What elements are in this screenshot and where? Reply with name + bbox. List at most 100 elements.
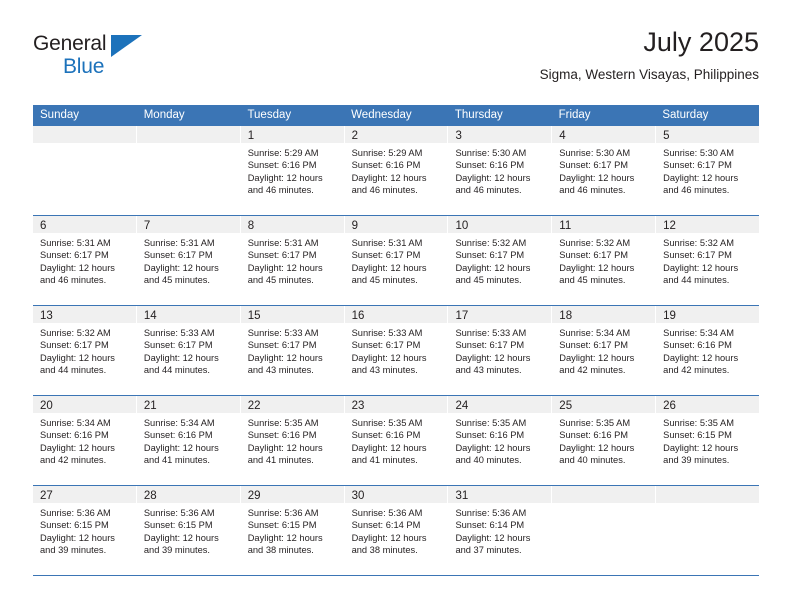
day-cell-3[interactable]: 3 Sunrise: 5:30 AM Sunset: 6:16 PM Daylight… bbox=[448, 126, 553, 215]
day-number: 5 bbox=[663, 130, 670, 142]
day-cell-20[interactable]: 20 Sunrise: 5:34 AM Sunset: 6:16 PM Dayligh… bbox=[33, 396, 137, 485]
day-cell-25[interactable]: 25 Sunrise: 5:35 AM Sunset: 6:16 PM Dayligh… bbox=[552, 396, 657, 485]
sunrise-text: Sunrise: 5:31 AM bbox=[143, 238, 215, 248]
day-cell-22[interactable]: 22 Sunrise: 5:35 AM Sunset: 6:16 PM Dayligh… bbox=[240, 396, 345, 485]
brand-name-general: General bbox=[33, 32, 107, 55]
day-number-band: 27 bbox=[33, 486, 136, 503]
day-cell-18[interactable]: 18 Sunrise: 5:34 AM Sunset: 6:17 PM Dayligh… bbox=[552, 306, 657, 395]
brand-logo[interactable]: General Blue bbox=[33, 32, 163, 88]
day-number: 16 bbox=[351, 310, 365, 322]
sunset-text: Sunset: 6:16 PM bbox=[455, 430, 525, 441]
day-number: 20 bbox=[40, 400, 53, 412]
day-cell-1[interactable]: 1 Sunrise: 5:29 AM Sunset: 6:16 PM Daylight… bbox=[240, 126, 345, 215]
day-cell-5[interactable]: 5 Sunrise: 5:30 AM Sunset: 6:17 PM Daylight… bbox=[656, 126, 760, 215]
daylight-text-line2: and 44 minutes. bbox=[663, 275, 730, 286]
day-info: Sunrise: 5:36 AM Sunset: 6:15 PM Daylight:… bbox=[137, 503, 240, 557]
day-cell-16[interactable]: 16 Sunrise: 5:33 AM Sunset: 6:17 PM Dayligh… bbox=[344, 306, 449, 395]
daylight-text-line2: and 45 minutes. bbox=[351, 275, 418, 286]
day-cell-13[interactable]: 13 Sunrise: 5:32 AM Sunset: 6:17 PM Dayligh… bbox=[33, 306, 137, 395]
day-cell-26[interactable]: 26 Sunrise: 5:35 AM Sunset: 6:15 PM Dayligh… bbox=[656, 396, 760, 485]
sunset-text: Sunset: 6:17 PM bbox=[143, 340, 213, 351]
day-number-band: 24 bbox=[448, 396, 552, 413]
sunset-text: Sunset: 6:16 PM bbox=[559, 430, 629, 441]
day-cell-4[interactable]: 4 Sunrise: 5:30 AM Sunset: 6:17 PM Daylight… bbox=[552, 126, 657, 215]
day-cell-24[interactable]: 24 Sunrise: 5:35 AM Sunset: 6:16 PM Dayligh… bbox=[448, 396, 553, 485]
daylight-text-line2: and 42 minutes. bbox=[40, 455, 107, 466]
weekday-header-tuesday: Tuesday bbox=[247, 109, 292, 121]
day-cell-6[interactable]: 6 Sunrise: 5:31 AM Sunset: 6:17 PM Daylight… bbox=[33, 216, 137, 305]
day-number-band: 4 bbox=[552, 126, 656, 143]
day-cell-11[interactable]: 11 Sunrise: 5:32 AM Sunset: 6:17 PM Dayligh… bbox=[552, 216, 657, 305]
daylight-text-line1: Daylight: 12 hours bbox=[40, 262, 115, 273]
day-cell-30[interactable]: 30 Sunrise: 5:36 AM Sunset: 6:14 PM Dayligh… bbox=[344, 486, 449, 575]
day-number: 18 bbox=[559, 310, 573, 322]
day-number: 11 bbox=[559, 220, 572, 232]
day-cell-31[interactable]: 31 Sunrise: 5:36 AM Sunset: 6:14 PM Dayligh… bbox=[448, 486, 553, 575]
day-cell-15[interactable]: 15 Sunrise: 5:33 AM Sunset: 6:17 PM Dayligh… bbox=[240, 306, 345, 395]
sunset-text: Sunset: 6:17 PM bbox=[247, 250, 317, 261]
day-number-band: 8 bbox=[240, 216, 344, 233]
page-header: General Blue July 2025 Sigma, Western Vi… bbox=[33, 26, 759, 98]
daylight-text-line1: Daylight: 12 hours bbox=[143, 352, 219, 363]
day-number-band: 10 bbox=[448, 216, 552, 233]
day-number-band: 15 bbox=[240, 306, 344, 323]
sunset-text: Sunset: 6:14 PM bbox=[351, 520, 421, 531]
day-cell-8[interactable]: 8 Sunrise: 5:31 AM Sunset: 6:17 PM Daylight… bbox=[240, 216, 345, 305]
weekday-header-monday: Monday bbox=[143, 109, 185, 121]
sunset-text: Sunset: 6:16 PM bbox=[143, 430, 213, 441]
day-info: Sunrise: 5:30 AM Sunset: 6:17 PM Daylight:… bbox=[656, 143, 759, 197]
day-number-band bbox=[656, 486, 760, 503]
day-number-band: 5 bbox=[656, 126, 760, 143]
day-info: Sunrise: 5:32 AM Sunset: 6:17 PM Daylight:… bbox=[552, 233, 655, 287]
daylight-text-line1: Daylight: 12 hours bbox=[351, 172, 427, 183]
day-cell-17[interactable]: 17 Sunrise: 5:33 AM Sunset: 6:17 PM Dayligh… bbox=[448, 306, 553, 395]
day-cell-23[interactable]: 23 Sunrise: 5:35 AM Sunset: 6:16 PM Dayligh… bbox=[344, 396, 449, 485]
day-number: 26 bbox=[663, 400, 676, 412]
daylight-text-line2: and 41 minutes. bbox=[143, 455, 211, 466]
daylight-text-line1: Daylight: 12 hours bbox=[455, 442, 531, 453]
daylight-text-line1: Daylight: 12 hours bbox=[40, 442, 115, 453]
day-cell-2[interactable]: 2 Sunrise: 5:29 AM Sunset: 6:16 PM Daylight… bbox=[344, 126, 449, 215]
day-cell-27[interactable]: 27 Sunrise: 5:36 AM Sunset: 6:15 PM Dayligh… bbox=[33, 486, 137, 575]
sunrise-text: Sunrise: 5:29 AM bbox=[351, 148, 423, 158]
day-number-band: 6 bbox=[33, 216, 136, 233]
calendar-week-row: 6 Sunrise: 5:31 AM Sunset: 6:17 PM Daylight… bbox=[33, 216, 760, 306]
day-cell-29[interactable]: 29 Sunrise: 5:36 AM Sunset: 6:15 PM Dayligh… bbox=[240, 486, 345, 575]
day-number-band: 28 bbox=[136, 486, 240, 503]
daylight-text-line2: and 42 minutes. bbox=[663, 365, 730, 376]
sunset-text: Sunset: 6:15 PM bbox=[663, 430, 732, 441]
sunset-text: Sunset: 6:17 PM bbox=[40, 250, 109, 261]
sunset-text: Sunset: 6:15 PM bbox=[143, 520, 213, 531]
day-cell-12[interactable]: 12 Sunrise: 5:32 AM Sunset: 6:17 PM Dayligh… bbox=[656, 216, 760, 305]
day-cell-10[interactable]: 10 Sunrise: 5:32 AM Sunset: 6:17 PM Dayligh… bbox=[448, 216, 553, 305]
sunrise-text: Sunrise: 5:36 AM bbox=[351, 508, 423, 518]
daylight-text-line1: Daylight: 12 hours bbox=[559, 442, 635, 453]
brand-name-blue: Blue bbox=[63, 55, 105, 78]
sunrise-text: Sunrise: 5:35 AM bbox=[663, 418, 734, 428]
sunset-text: Sunset: 6:16 PM bbox=[40, 430, 109, 441]
sunrise-text: Sunrise: 5:32 AM bbox=[40, 328, 111, 338]
daylight-text-line2: and 37 minutes. bbox=[455, 545, 522, 556]
day-cell-28[interactable]: 28 Sunrise: 5:36 AM Sunset: 6:15 PM Dayligh… bbox=[136, 486, 241, 575]
daylight-text-line2: and 43 minutes. bbox=[455, 365, 522, 376]
daylight-text-line1: Daylight: 12 hours bbox=[247, 532, 323, 543]
daylight-text-line2: and 46 minutes. bbox=[247, 185, 314, 196]
sunset-text: Sunset: 6:16 PM bbox=[663, 340, 732, 351]
day-number-band: 1 bbox=[240, 126, 344, 143]
day-cell-19[interactable]: 19 Sunrise: 5:34 AM Sunset: 6:16 PM Dayligh… bbox=[656, 306, 760, 395]
daylight-text-line2: and 38 minutes. bbox=[351, 545, 418, 556]
sunrise-text: Sunrise: 5:33 AM bbox=[455, 328, 527, 338]
weekday-header-sunday: Sunday bbox=[40, 109, 80, 121]
day-cell-7[interactable]: 7 Sunrise: 5:31 AM Sunset: 6:17 PM Daylight… bbox=[136, 216, 241, 305]
day-number: 2 bbox=[351, 130, 358, 142]
sunrise-text: Sunrise: 5:32 AM bbox=[455, 238, 527, 248]
daylight-text-line1: Daylight: 12 hours bbox=[247, 262, 323, 273]
daylight-text-line2: and 41 minutes. bbox=[247, 455, 314, 466]
day-cell-9[interactable]: 9 Sunrise: 5:31 AM Sunset: 6:17 PM Daylight… bbox=[344, 216, 449, 305]
sunset-text: Sunset: 6:16 PM bbox=[247, 430, 317, 441]
day-cell-14[interactable]: 14 Sunrise: 5:33 AM Sunset: 6:17 PM Dayligh… bbox=[136, 306, 241, 395]
day-cell-21[interactable]: 21 Sunrise: 5:34 AM Sunset: 6:16 PM Dayligh… bbox=[136, 396, 241, 485]
day-number: 15 bbox=[247, 310, 261, 322]
day-cell-empty bbox=[552, 486, 657, 575]
day-info: Sunrise: 5:30 AM Sunset: 6:17 PM Daylight:… bbox=[552, 143, 655, 197]
